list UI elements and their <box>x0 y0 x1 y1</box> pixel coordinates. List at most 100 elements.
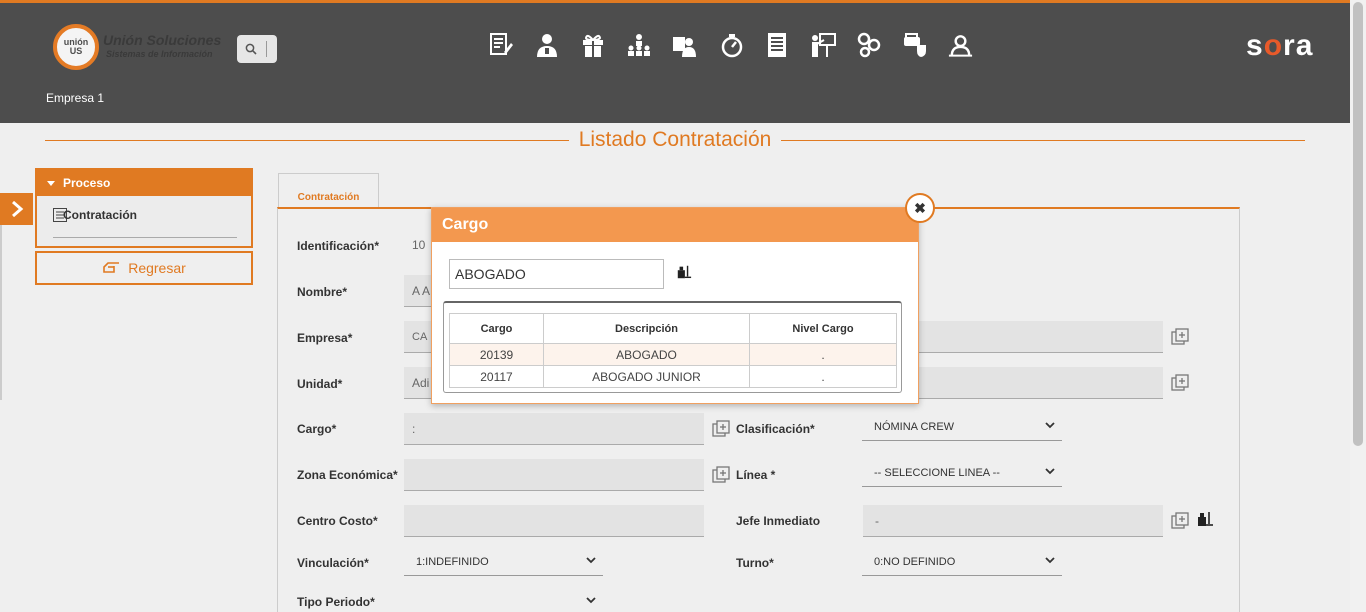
back-button[interactable]: Regresar <box>35 251 253 285</box>
sora-brand-logo: sora <box>1246 29 1314 62</box>
hierarchy-icon[interactable] <box>625 30 652 60</box>
column-header-cargo[interactable]: Cargo <box>449 313 544 344</box>
search-icon <box>245 43 257 55</box>
zona-economica-field[interactable] <box>404 459 704 491</box>
cell-cargo: 20139 <box>449 343 544 366</box>
column-header-descripcion[interactable]: Descripción <box>543 313 750 344</box>
label-turno: Turno* <box>736 556 774 570</box>
chevron-down-icon <box>1045 557 1055 564</box>
table-row[interactable]: 20117 ABOGADO JUNIOR . <box>449 365 897 388</box>
presentation-icon[interactable] <box>809 30 836 60</box>
tab-contratacion[interactable]: Contratación <box>278 173 379 209</box>
tab-label: Contratación <box>297 192 360 203</box>
stopwatch-icon[interactable] <box>717 30 744 60</box>
modal-title: Cargo <box>432 208 918 242</box>
turno-select[interactable]: 0:NO DEFINIDO <box>862 548 1062 576</box>
unidad-detail-field <box>919 367 1163 399</box>
cell-nivel: . <box>749 343 897 366</box>
page-scrollbar[interactable] <box>1350 0 1366 612</box>
close-icon: ✖ <box>914 199 926 216</box>
chevron-down-icon <box>1045 468 1055 475</box>
lookup-icon[interactable] <box>712 420 730 438</box>
modal-close-button[interactable]: ✖ <box>905 193 935 223</box>
process-title: Proceso <box>63 176 111 190</box>
label-vinculacion: Vinculación* <box>297 556 369 570</box>
linea-select[interactable]: -- SELECCIONE LINEA -- <box>862 459 1062 487</box>
nombre-field[interactable]: A A <box>404 275 434 307</box>
centro-costo-field[interactable] <box>404 505 704 537</box>
column-header-nivel-cargo[interactable]: Nivel Cargo <box>749 313 897 344</box>
cell-cargo: 20117 <box>449 365 544 388</box>
logo-mark: unión US <box>53 24 99 70</box>
empresa-field[interactable]: CA <box>404 321 434 353</box>
process-panel: Proceso Contratación <box>35 168 253 248</box>
cargo-modal: Cargo ABOGADO Cargo Descripción Nivel Ca… <box>431 207 919 404</box>
turno-value: 0:NO DEFINIDO <box>874 555 956 568</box>
scrollbar-thumb[interactable] <box>1353 2 1363 446</box>
caret-down-icon <box>47 180 55 186</box>
clasificacion-value: NÓMINA CREW <box>874 420 955 433</box>
user-icon[interactable] <box>533 30 560 60</box>
lookup-icon[interactable] <box>1171 328 1189 346</box>
chevron-down-icon <box>586 557 596 564</box>
chevron-down-icon <box>1045 422 1055 429</box>
label-zona-economica: Zona Económica* <box>297 468 398 482</box>
module-toolbar <box>487 30 974 60</box>
unidad-field[interactable]: Adi <box>404 367 434 399</box>
union-logo[interactable]: unión US Unión Soluciones Sistemas de In… <box>53 24 223 70</box>
sidebar-item-contratacion[interactable]: Contratación <box>53 208 237 238</box>
back-button-label: Regresar <box>128 260 186 276</box>
logo-title: Unión Soluciones <box>103 32 222 48</box>
label-linea: Línea * <box>736 468 776 482</box>
edit-doc-icon[interactable] <box>487 30 514 60</box>
modal-search-input[interactable]: ABOGADO <box>449 259 664 289</box>
results-table-container: Cargo Descripción Nivel Cargo 20139 ABOG… <box>443 301 902 393</box>
label-tipo-periodo: Tipo Periodo* <box>297 595 375 609</box>
cell-descripcion: ABOGADO <box>543 343 750 366</box>
process-header[interactable]: Proceso <box>37 170 251 196</box>
cargo-field[interactable]: : <box>404 413 704 445</box>
hand-pointer-icon <box>103 262 120 273</box>
cell-descripcion: ABOGADO JUNIOR <box>543 365 750 388</box>
clear-icon[interactable] <box>676 264 692 280</box>
label-cargo: Cargo* <box>297 422 337 436</box>
jefe-inmediato-field[interactable]: - <box>863 505 1163 537</box>
label-nombre: Nombre* <box>297 285 348 299</box>
user-id-icon[interactable] <box>671 30 698 60</box>
vinculacion-select[interactable]: 1:INDEFINIDO <box>404 548 603 576</box>
results-table: Cargo Descripción Nivel Cargo 20139 ABOG… <box>449 313 897 388</box>
label-empresa: Empresa* <box>297 331 353 345</box>
linea-value: -- SELECCIONE LINEA -- <box>874 466 1000 479</box>
label-identificacion: Identificación* <box>297 239 380 253</box>
logo-subtitle: Sistemas de Información <box>106 49 213 59</box>
sidebar-toggle[interactable] <box>0 193 33 225</box>
sidebar-item-label: Contratación <box>63 208 138 222</box>
empresa-detail-field <box>919 321 1163 353</box>
label-jefe-inmediato: Jefe Inmediato <box>736 514 821 528</box>
page-title-text: Listado Contratación <box>578 128 772 151</box>
clear-icon[interactable] <box>1196 510 1214 528</box>
gift-icon[interactable] <box>579 30 606 60</box>
identificacion-field[interactable]: 10 <box>404 229 434 261</box>
network-icon[interactable] <box>855 30 882 60</box>
company-name: Empresa 1 <box>46 91 105 105</box>
table-row[interactable]: 20139 ABOGADO . <box>449 343 897 366</box>
label-centro-costo: Centro Costo* <box>297 514 378 528</box>
app-header: unión US Unión Soluciones Sistemas de In… <box>0 3 1350 123</box>
sidebar-edge <box>0 225 2 400</box>
label-unidad: Unidad* <box>297 377 343 391</box>
document-icon[interactable] <box>763 30 790 60</box>
search-button[interactable] <box>237 35 277 63</box>
chevron-down-icon <box>586 597 596 604</box>
tipo-periodo-select[interactable] <box>404 588 603 612</box>
lookup-icon[interactable] <box>1171 374 1189 392</box>
chevron-right-icon <box>11 201 23 217</box>
label-clasificacion: Clasificación* <box>736 422 815 436</box>
car-shield-icon[interactable] <box>901 30 928 60</box>
lookup-icon[interactable] <box>1171 512 1189 530</box>
vinculacion-value: 1:INDEFINIDO <box>416 555 489 568</box>
team-icon[interactable] <box>947 30 974 60</box>
clasificacion-select[interactable]: NÓMINA CREW <box>862 413 1062 441</box>
lookup-icon[interactable] <box>712 466 730 484</box>
cell-nivel: . <box>749 365 897 388</box>
